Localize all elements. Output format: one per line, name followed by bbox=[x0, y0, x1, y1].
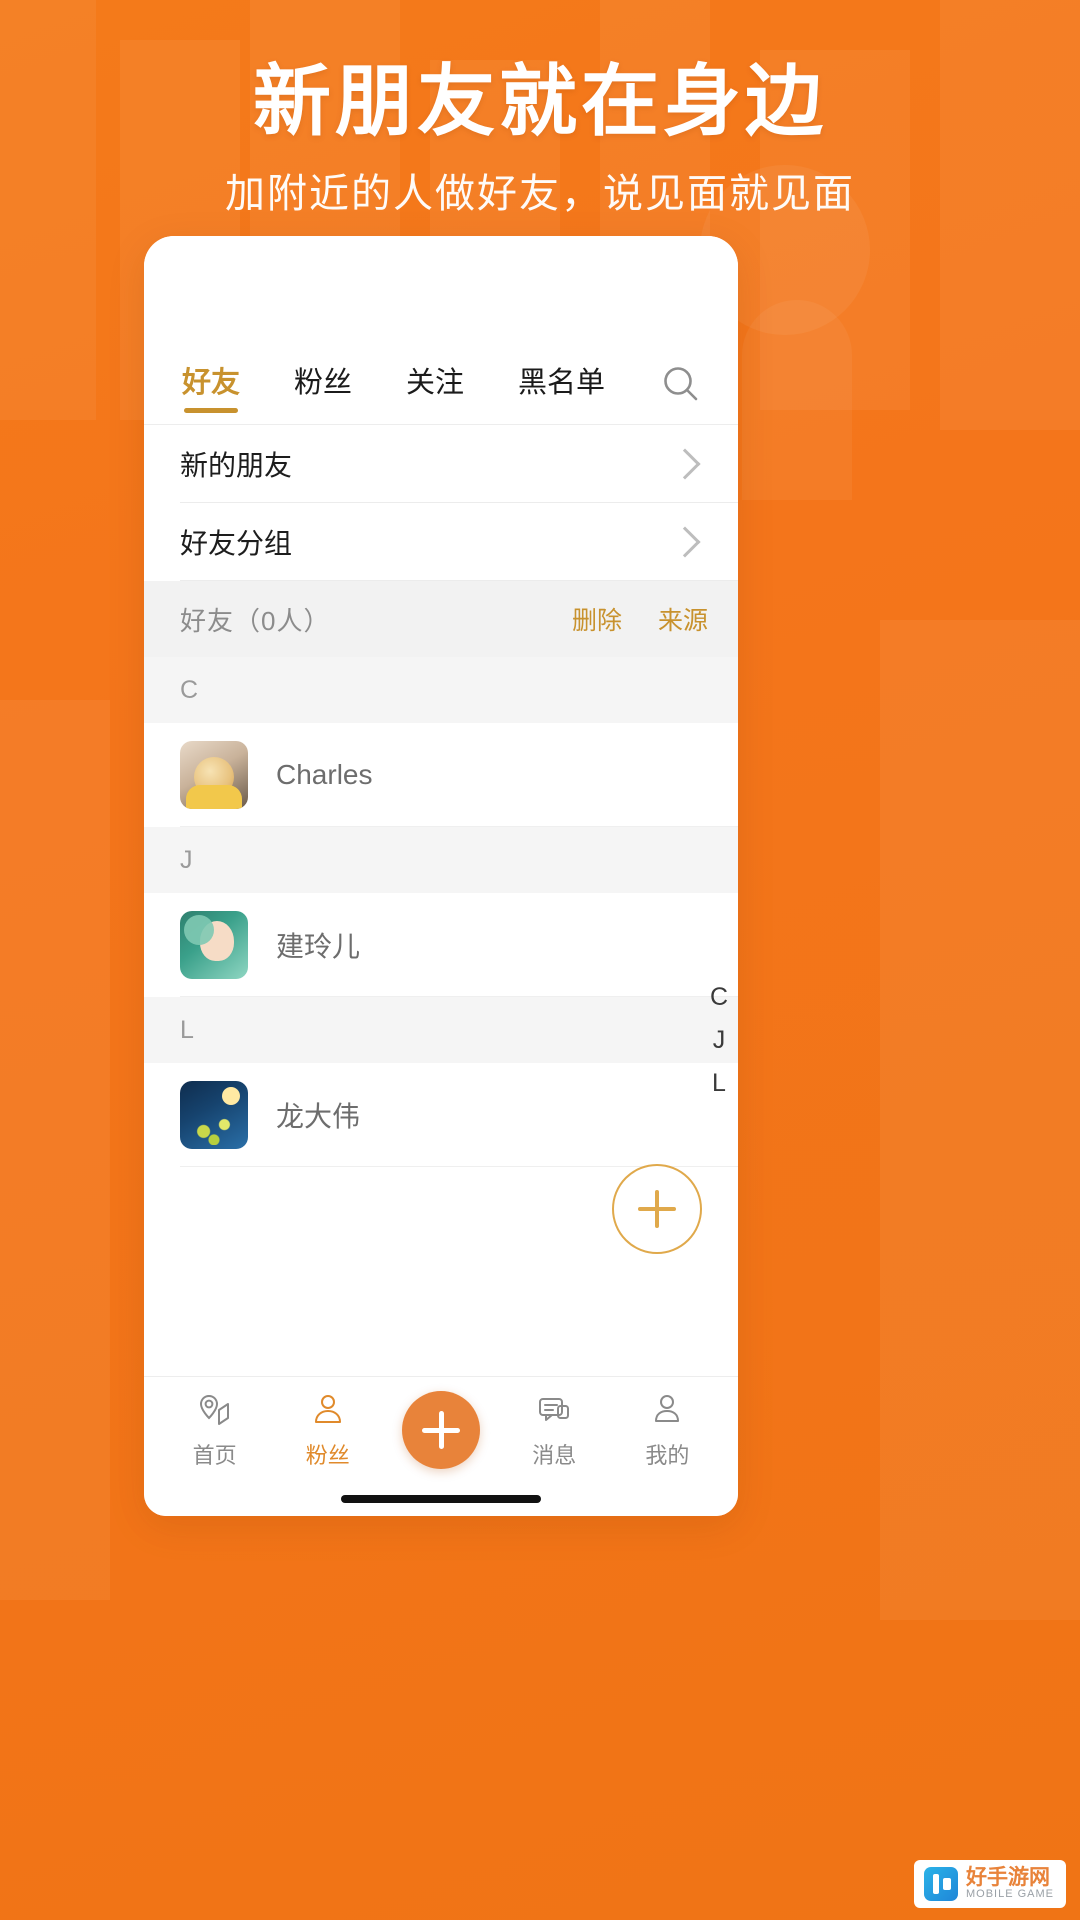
page-subtitle: 加附近的人做好友，说见面就见面 bbox=[225, 172, 855, 217]
watermark-texts: 好手游网 MOBILE GAME bbox=[966, 1867, 1054, 1901]
plus-icon bbox=[638, 1190, 676, 1228]
list-item[interactable]: 龙大伟 bbox=[144, 1063, 738, 1167]
friends-list: 新的朋友 好友分组 好友（0人） 删除 来源 C Charles J 建玲儿 L bbox=[144, 425, 738, 1376]
alpha-index-l[interactable]: L bbox=[712, 1071, 726, 1096]
avatar bbox=[180, 1081, 248, 1149]
chevron-right-icon bbox=[669, 526, 701, 558]
hero-text-block: 新朋友就在身边 加附近的人做好友，说见面就见面 bbox=[0, 57, 1080, 219]
page-title: 新朋友就在身边 bbox=[252, 57, 827, 145]
profile-icon bbox=[655, 1394, 680, 1422]
friends-count-label: 好友（0人） bbox=[180, 605, 331, 636]
tab-friends[interactable]: 好友 bbox=[182, 359, 240, 413]
watermark-logo-icon bbox=[923, 1867, 958, 1901]
add-friend-fab[interactable] bbox=[612, 1164, 702, 1254]
home-indicator-bar bbox=[341, 1495, 541, 1503]
fans-icon bbox=[314, 1394, 341, 1423]
publish-button[interactable] bbox=[402, 1390, 480, 1469]
watermark-name: 好手游网 bbox=[965, 1866, 1050, 1890]
site-watermark: 好手游网 MOBILE GAME bbox=[913, 1860, 1066, 1908]
avatar bbox=[180, 741, 248, 809]
nav-item-fans-label: 粉丝 bbox=[305, 1442, 350, 1468]
nav-item-home[interactable]: 首页 bbox=[158, 1390, 271, 1470]
search-icon[interactable] bbox=[659, 362, 702, 408]
tab-fans[interactable]: 粉丝 bbox=[294, 359, 352, 411]
tab-blacklist[interactable]: 黑名单 bbox=[518, 359, 605, 411]
row-new-friends[interactable]: 新的朋友 bbox=[144, 425, 738, 503]
home-location-icon bbox=[199, 1394, 229, 1425]
nav-item-messages-label: 消息 bbox=[532, 1442, 577, 1468]
phone-mockup: 好友 粉丝 关注 黑名单 新的朋友 好友分组 好友（0人） 删除 来源 C Ch… bbox=[144, 236, 738, 1516]
nav-item-fans[interactable]: 粉丝 bbox=[271, 1390, 384, 1470]
source-action[interactable]: 来源 bbox=[658, 601, 708, 637]
row-new-friends-label: 新的朋友 bbox=[180, 450, 293, 481]
alpha-index-c[interactable]: C bbox=[710, 985, 728, 1010]
list-item[interactable]: 建玲儿 bbox=[144, 893, 738, 997]
home-indicator-area bbox=[144, 1482, 738, 1516]
contact-name: 建玲儿 bbox=[276, 931, 361, 962]
contact-name: 龙大伟 bbox=[276, 1101, 361, 1132]
nav-item-home-label: 首页 bbox=[192, 1442, 237, 1468]
section-header-j: J bbox=[144, 827, 738, 893]
phone-status-area bbox=[144, 236, 738, 346]
message-icon bbox=[539, 1397, 570, 1421]
nav-item-profile-label: 我的 bbox=[645, 1442, 690, 1468]
plus-icon bbox=[422, 1410, 460, 1449]
chevron-right-icon bbox=[669, 448, 701, 480]
list-item[interactable]: Charles bbox=[144, 723, 738, 827]
row-friend-groups-label: 好友分组 bbox=[180, 528, 293, 559]
tab-following[interactable]: 关注 bbox=[406, 359, 464, 411]
friends-header-actions: 删除 来源 bbox=[572, 601, 708, 637]
bottom-navigation: 首页 粉丝 消息 我的 bbox=[144, 1376, 738, 1482]
watermark-sub: MOBILE GAME bbox=[965, 1888, 1054, 1901]
alphabet-index[interactable]: C J L bbox=[710, 985, 728, 1096]
delete-action[interactable]: 删除 bbox=[572, 601, 622, 637]
tab-bar: 好友 粉丝 关注 黑名单 bbox=[144, 346, 738, 424]
avatar bbox=[180, 911, 248, 979]
nav-item-profile[interactable]: 我的 bbox=[611, 1390, 724, 1470]
friends-count-header: 好友（0人） 删除 来源 bbox=[144, 581, 738, 657]
section-header-c: C bbox=[144, 657, 738, 723]
section-header-l: L bbox=[144, 997, 738, 1063]
contact-name: Charles bbox=[276, 759, 373, 790]
nav-item-messages[interactable]: 消息 bbox=[498, 1390, 611, 1470]
row-friend-groups[interactable]: 好友分组 bbox=[144, 503, 738, 581]
alpha-index-j[interactable]: J bbox=[713, 1028, 726, 1053]
nav-item-publish[interactable] bbox=[384, 1390, 497, 1469]
